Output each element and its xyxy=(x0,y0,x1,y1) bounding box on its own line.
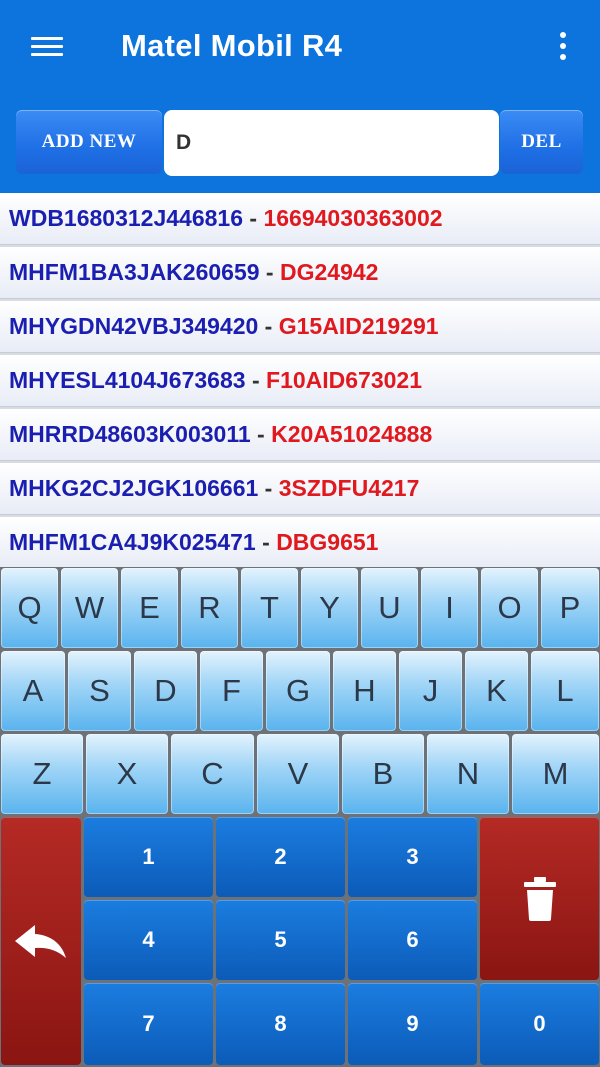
key-1[interactable]: 1 xyxy=(84,817,213,897)
key-p[interactable]: P xyxy=(541,568,599,648)
app-title: Matel Mobil R4 xyxy=(121,28,343,63)
key-w[interactable]: W xyxy=(61,568,118,648)
app-bar: Matel Mobil R4 xyxy=(0,0,600,96)
key-d[interactable]: D xyxy=(134,651,197,731)
key-j[interactable]: J xyxy=(399,651,462,731)
key-8[interactable]: 8 xyxy=(216,983,345,1065)
list-item[interactable]: MHKG2CJ2JGK106661 - 3SZDFU4217 xyxy=(0,463,600,515)
key-3[interactable]: 3 xyxy=(348,817,477,897)
list-item[interactable]: MHYGDN42VBJ349420 - G15AID219291 xyxy=(0,301,600,353)
key-a[interactable]: A xyxy=(1,651,65,731)
key-o[interactable]: O xyxy=(481,568,538,648)
plate-text: G15AID219291 xyxy=(278,313,439,339)
vin-text: MHYESL4104J673683 xyxy=(9,367,246,393)
vin-text: MHFM1BA3JAK260659 xyxy=(9,259,260,285)
key-h[interactable]: H xyxy=(333,651,396,731)
key-l[interactable]: L xyxy=(531,651,599,731)
back-button[interactable] xyxy=(1,817,81,1065)
plate-text: DBG9651 xyxy=(276,529,379,555)
key-m[interactable]: M xyxy=(512,734,599,814)
vin-text: WDB1680312J446816 xyxy=(9,205,244,231)
plate-text: F10AID673021 xyxy=(266,367,423,393)
separator: - xyxy=(243,205,264,231)
key-x[interactable]: X xyxy=(86,734,168,814)
hamburger-menu-icon[interactable] xyxy=(31,35,63,59)
separator: - xyxy=(258,313,279,339)
key-b[interactable]: B xyxy=(342,734,424,814)
plate-text: 16694030363002 xyxy=(263,205,443,231)
key-k[interactable]: K xyxy=(465,651,528,731)
plate-text: K20A51024888 xyxy=(271,421,433,447)
key-2[interactable]: 2 xyxy=(216,817,345,897)
back-arrow-icon xyxy=(15,925,66,958)
key-t[interactable]: T xyxy=(241,568,298,648)
key-c[interactable]: C xyxy=(171,734,254,814)
list-item[interactable]: MHRRD48603K003011 - K20A51024888 xyxy=(0,409,600,461)
delete-button[interactable] xyxy=(480,817,599,980)
vin-text: MHFM1CA4J9K025471 xyxy=(9,529,256,555)
search-input[interactable] xyxy=(164,110,499,176)
separator: - xyxy=(255,529,277,555)
key-7[interactable]: 7 xyxy=(84,983,213,1065)
key-6[interactable]: 6 xyxy=(348,900,477,980)
key-u[interactable]: U xyxy=(361,568,418,648)
vin-text: MHKG2CJ2JGK106661 xyxy=(9,475,259,501)
plate-text: DG24942 xyxy=(280,259,379,285)
list-item[interactable]: MHYESL4104J673683 - F10AID673021 xyxy=(0,355,600,407)
trash-icon xyxy=(523,876,556,921)
separator: - xyxy=(258,475,279,501)
del-button[interactable]: DEL xyxy=(500,110,583,174)
plate-text: 3SZDFU4217 xyxy=(278,475,420,501)
key-r[interactable]: R xyxy=(181,568,238,648)
key-5[interactable]: 5 xyxy=(216,900,345,980)
key-q[interactable]: Q xyxy=(1,568,58,648)
key-z[interactable]: Z xyxy=(1,734,83,814)
separator: - xyxy=(245,367,267,393)
key-i[interactable]: I xyxy=(421,568,478,648)
separator: - xyxy=(259,259,280,285)
custom-keyboard: Q W E R T Y U I O P A S D F G H J K L Z … xyxy=(0,567,600,1067)
add-new-button[interactable]: ADD NEW xyxy=(16,110,162,174)
input-row: ADD NEW DEL xyxy=(0,96,600,192)
key-0[interactable]: 0 xyxy=(480,983,599,1065)
key-y[interactable]: Y xyxy=(301,568,358,648)
key-f[interactable]: F xyxy=(200,651,263,731)
vin-text: MHYGDN42VBJ349420 xyxy=(9,313,259,339)
key-g[interactable]: G xyxy=(266,651,330,731)
key-n[interactable]: N xyxy=(427,734,509,814)
list-item[interactable]: MHFM1CA4J9K025471 - DBG9651 xyxy=(0,517,600,567)
separator: - xyxy=(250,421,272,447)
list-item[interactable]: WDB1680312J446816 - 16694030363002 xyxy=(0,193,600,245)
key-9[interactable]: 9 xyxy=(348,983,477,1065)
list-item[interactable]: MHFM1BA3JAK260659 - DG24942 xyxy=(0,247,600,299)
key-s[interactable]: S xyxy=(68,651,131,731)
vin-text: MHRRD48603K003011 xyxy=(9,421,251,447)
more-vertical-icon[interactable] xyxy=(555,32,571,62)
key-4[interactable]: 4 xyxy=(84,900,213,980)
key-v[interactable]: V xyxy=(257,734,339,814)
results-list: WDB1680312J446816 - 16694030363002 MHFM1… xyxy=(0,193,600,567)
key-e[interactable]: E xyxy=(121,568,178,648)
